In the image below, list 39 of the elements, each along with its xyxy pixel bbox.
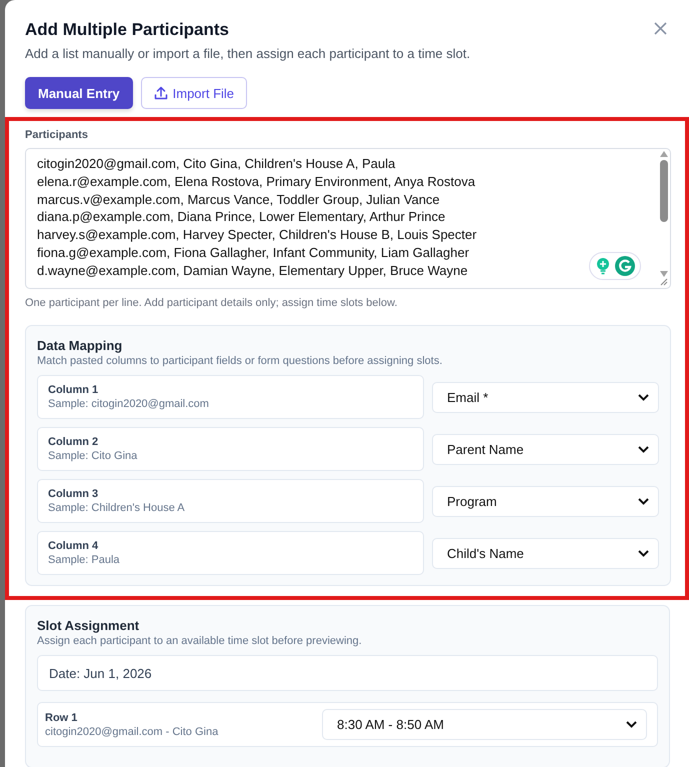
assistant-badge[interactable] xyxy=(589,252,641,280)
participants-hint: One participant per line. Add participant details only; assign time slots below. xyxy=(25,297,398,309)
field-select[interactable]: Parent Name xyxy=(432,434,659,464)
column-sample: Sample: citogin2020@gmail.com xyxy=(48,398,210,410)
chevron-down-icon xyxy=(638,446,649,452)
section-subtitle: Match pasted columns to participant fields or form questions before assigning slots. xyxy=(37,355,444,367)
field-select[interactable]: Child's Name xyxy=(432,538,659,568)
close-icon[interactable] xyxy=(654,22,667,35)
chevron-down-icon xyxy=(638,394,649,400)
column-name: Column 3 xyxy=(48,488,100,500)
dialog-subtitle: Add a list manually or import a file, then assign each participant to a time slot. xyxy=(25,46,470,61)
chevron-down-icon xyxy=(626,721,637,728)
column-sample: Sample: Children's House A xyxy=(48,502,186,514)
chevron-down-icon xyxy=(638,550,649,556)
row-name: Row 1 xyxy=(45,712,78,724)
column-sample: Sample: Paula xyxy=(48,554,121,566)
chevron-down-icon xyxy=(638,498,649,504)
mode-tab[interactable]: Manual Entry xyxy=(25,77,133,109)
time-slot-select[interactable]: 8:30 AM - 8:50 AM xyxy=(322,709,647,740)
column-name: Column 2 xyxy=(48,436,100,448)
mode-tab[interactable]: Import File xyxy=(140,77,248,109)
column-name: Column 1 xyxy=(48,384,100,396)
field-select[interactable]: Email * xyxy=(432,382,659,412)
dialog-title: Add Multiple Participants xyxy=(25,20,230,40)
row-detail: citogin2020@gmail.com - Cito Gina xyxy=(45,726,220,738)
section-subtitle: Assign each participant to an available time slot before previewing. xyxy=(37,635,363,647)
scroll-up-arrow-icon[interactable] xyxy=(660,151,668,157)
participants-field[interactable]: citogin2020@gmail.com, Cito Gina, Children's House A, Paula elena.r@example.com, Elena Rostova, Primary Environment, Anya Rostova marcus.v@example.com, Marcus Vance, Toddler Group, Julian Vance diana.p@example.com, Diana Prince, Lower Elementary, Arthur Prince harvey.s@example.com, Harvey Specter, Children's House B, Louis Specter fiona.g@example.com, Fiona Gallagher, Infant Community, Liam Gallagher d.wayne@example.com, Damian Wayne, Elementary Upper, Bruce Wayne xyxy=(25,148,671,289)
column-name: Column 4 xyxy=(48,540,100,552)
participants-label: Participants xyxy=(25,129,89,141)
column-sample: Sample: Cito Gina xyxy=(48,450,138,462)
upload-icon xyxy=(154,86,168,100)
section-title: Data Mapping xyxy=(37,338,124,353)
field-select[interactable]: Program xyxy=(432,486,659,516)
date-field: Date: Jun 1, 2026 xyxy=(37,655,658,691)
scroll-down-arrow-icon[interactable] xyxy=(660,271,668,277)
section-title: Slot Assignment xyxy=(37,618,140,633)
resize-grip-icon[interactable] xyxy=(660,278,668,286)
scrollbar[interactable] xyxy=(658,151,669,277)
